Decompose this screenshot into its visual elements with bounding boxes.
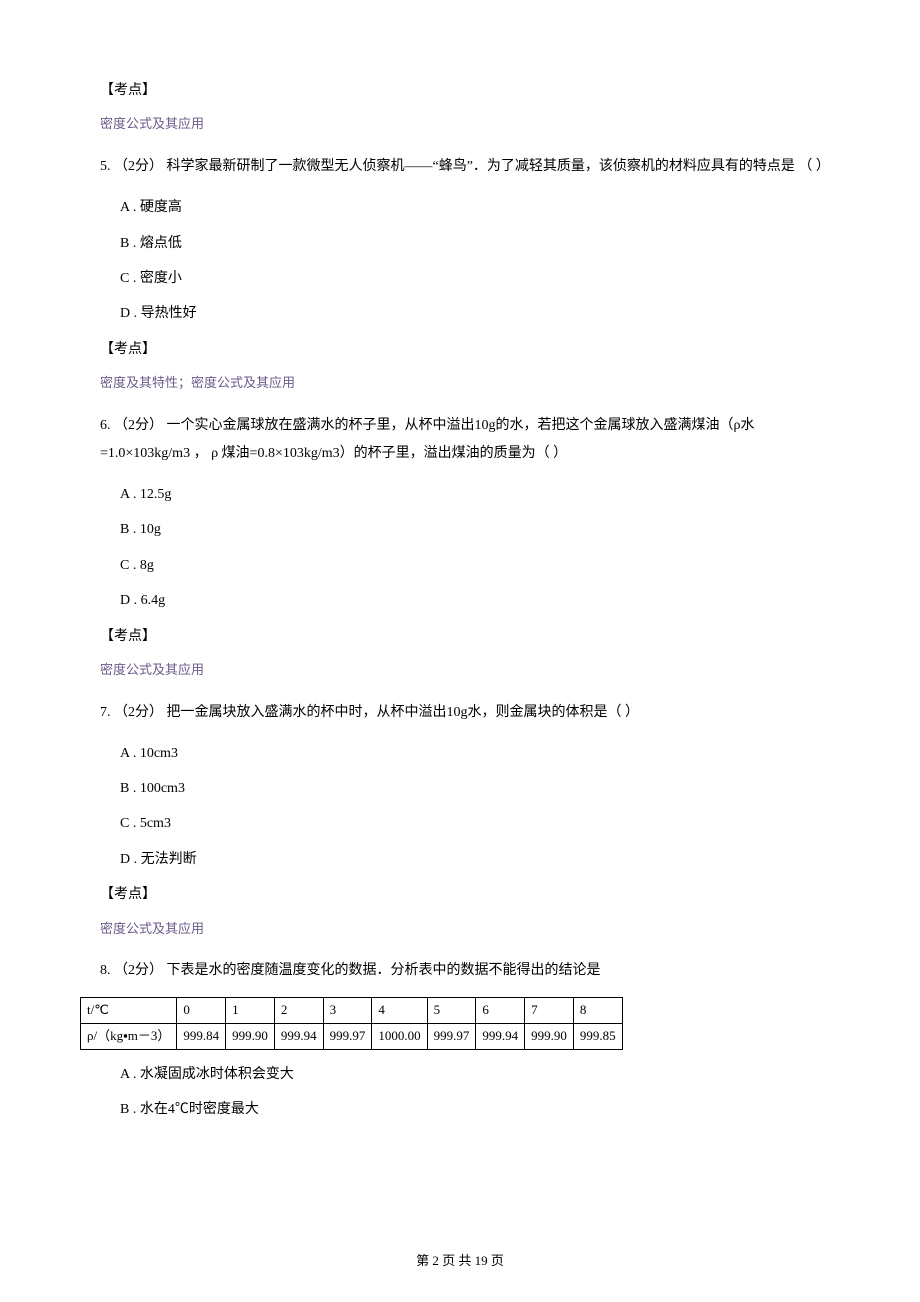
page-footer: 第 2 页 共 19 页	[0, 1251, 920, 1272]
q6-option-d: D . 6.4g	[120, 586, 840, 615]
table-header-cell: 5	[427, 998, 476, 1024]
table-header-cell: 7	[525, 998, 574, 1024]
q5-option-d: D . 导热性好	[120, 299, 840, 328]
kaodian-label-1: 【考点】	[100, 80, 840, 102]
table-cell: 999.94	[274, 1024, 323, 1050]
q7-option-d: D . 无法判断	[120, 845, 840, 874]
table-cell: 999.90	[226, 1024, 275, 1050]
q5-option-b: B . 熔点低	[120, 229, 840, 258]
table-cell: 1000.00	[372, 1024, 427, 1050]
table-row: t/℃ 0 1 2 3 4 5 6 7 8	[81, 998, 623, 1024]
table-row: ρ/（kg▪m－3） 999.84 999.90 999.94 999.97 1…	[81, 1024, 623, 1050]
q6-option-b: B . 10g	[120, 515, 840, 544]
tag-density-formula-2: 密度公式及其应用	[100, 660, 840, 681]
q5-option-c: C . 密度小	[120, 264, 840, 293]
kaodian-label-2: 【考点】	[100, 339, 840, 361]
table-cell: 999.94	[476, 1024, 525, 1050]
table-header-cell: 3	[323, 998, 372, 1024]
q7-option-c: C . 5cm3	[120, 809, 840, 838]
q8-option-b: B . 水在4℃时密度最大	[120, 1095, 840, 1124]
table-cell: 999.85	[573, 1024, 622, 1050]
tag-density-props-formula: 密度及其特性；密度公式及其应用	[100, 373, 840, 394]
q7-stem: 7. （2分） 把一金属块放入盛满水的杯中时，从杯中溢出10g水，则金属块的体积…	[100, 699, 840, 727]
tag-density-formula-1: 密度公式及其应用	[100, 114, 840, 135]
q7-option-b: B . 100cm3	[120, 774, 840, 803]
q8-option-a: A . 水凝固成冰时体积会变大	[120, 1060, 840, 1089]
kaodian-label-3: 【考点】	[100, 626, 840, 648]
table-cell: 999.90	[525, 1024, 574, 1050]
table-header-cell: 1	[226, 998, 275, 1024]
table-cell: ρ/（kg▪m－3）	[81, 1024, 177, 1050]
q7-option-a: A . 10cm3	[120, 739, 840, 768]
table-header-cell: 4	[372, 998, 427, 1024]
q6-option-a: A . 12.5g	[120, 480, 840, 509]
q5-stem: 5. （2分） 科学家最新研制了一款微型无人侦察机——“蜂鸟”．为了减轻其质量，…	[100, 153, 840, 181]
table-cell: 999.97	[323, 1024, 372, 1050]
table-header-cell: 6	[476, 998, 525, 1024]
q8-stem: 8. （2分） 下表是水的密度随温度变化的数据．分析表中的数据不能得出的结论是	[100, 957, 840, 985]
table-header-cell: 2	[274, 998, 323, 1024]
table-header-cell: 8	[573, 998, 622, 1024]
q6-stem: 6. （2分） 一个实心金属球放在盛满水的杯子里，从杯中溢出10g的水，若把这个…	[100, 412, 840, 468]
kaodian-label-4: 【考点】	[100, 884, 840, 906]
table-cell: 999.84	[177, 1024, 226, 1050]
data-table: t/℃ 0 1 2 3 4 5 6 7 8 ρ/（kg▪m－3） 999.84 …	[80, 997, 623, 1050]
q5-option-a: A . 硬度高	[120, 193, 840, 222]
table-header-cell: t/℃	[81, 998, 177, 1024]
q6-option-c: C . 8g	[120, 551, 840, 580]
tag-density-formula-3: 密度公式及其应用	[100, 919, 840, 940]
table-cell: 999.97	[427, 1024, 476, 1050]
table-header-cell: 0	[177, 998, 226, 1024]
